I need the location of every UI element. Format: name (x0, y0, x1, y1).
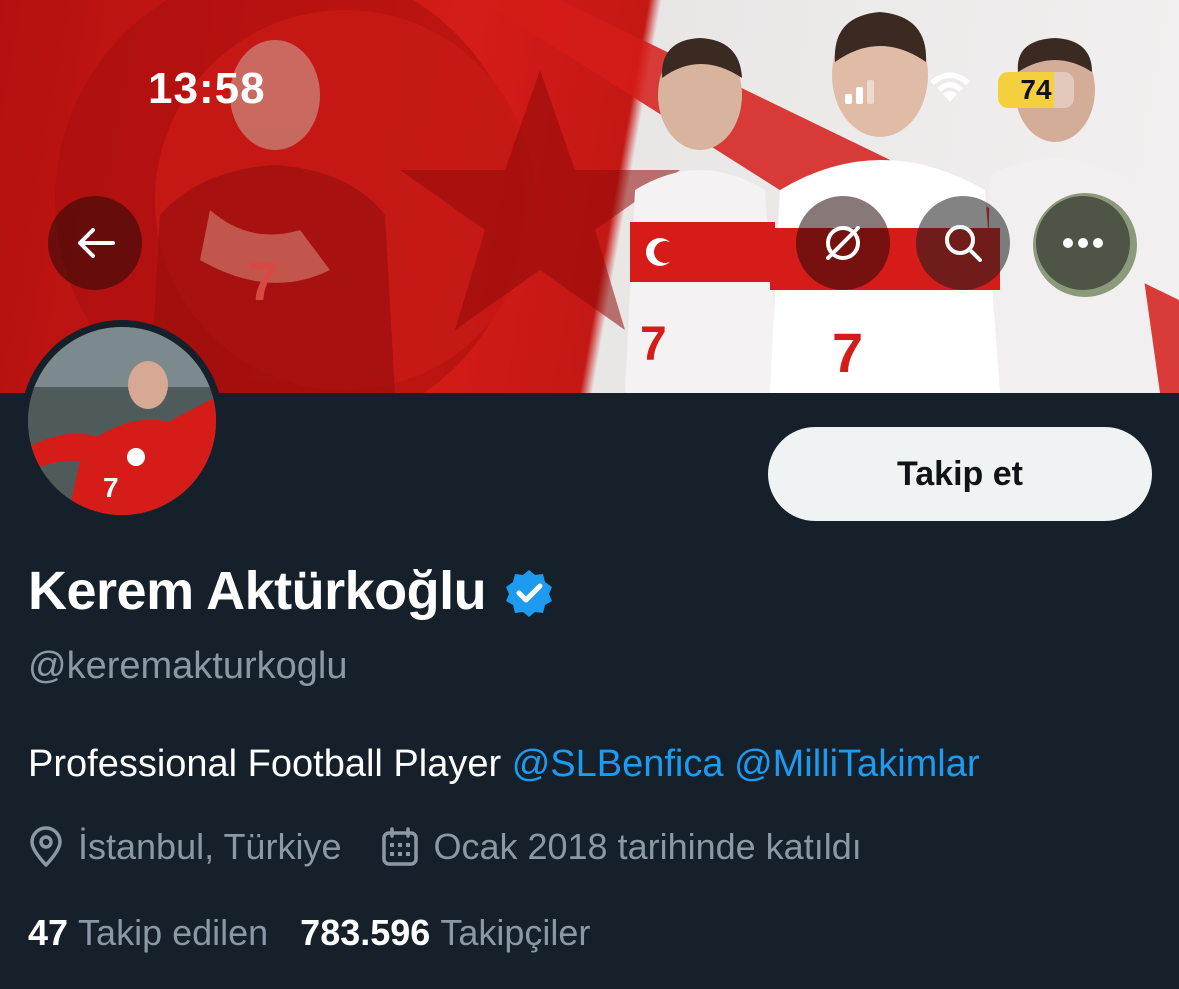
display-name: Kerem Aktürkoğlu (28, 561, 487, 621)
svg-text:7: 7 (103, 472, 119, 503)
location-pin-icon (30, 826, 62, 867)
status-time: 13:58 (148, 64, 266, 113)
following-link[interactable]: 47 Takip edilen (28, 912, 268, 954)
bio-mention-benfica[interactable]: @SLBenfica (512, 743, 724, 785)
bio: Professional Football Player @SLBenfica … (28, 743, 980, 786)
back-button[interactable] (48, 196, 142, 290)
search-icon (945, 225, 982, 262)
profile-banner: 7 7 7 13:58 74 (0, 0, 1179, 393)
verified-badge-icon[interactable] (504, 568, 554, 618)
spaces-button[interactable] (796, 196, 890, 290)
svg-text:7: 7 (640, 318, 667, 371)
location-text: İstanbul, Türkiye (78, 826, 342, 867)
location: İstanbul, Türkiye (28, 826, 341, 868)
calendar-icon (382, 827, 419, 866)
avatar-image: 7 (28, 327, 216, 515)
following-count: 47 (28, 912, 69, 953)
bio-text: Professional Football Player (28, 743, 512, 785)
search-button[interactable] (916, 196, 1010, 290)
banner-artwork: 7 7 7 (55, 0, 1179, 393)
followers-count: 783.596 (300, 912, 431, 953)
follow-stats: 47 Takip edilen 783.596 Takipçiler (28, 912, 590, 954)
profile-meta: İstanbul, Türkiye Ocak 2018 tarihinde ka… (28, 826, 862, 868)
bio-mention-millitakimlar[interactable]: @MilliTakimlar (734, 743, 979, 785)
more-button[interactable] (1036, 196, 1130, 290)
svg-text:7: 7 (832, 321, 863, 384)
join-date-text: Ocak 2018 tarihinde katıldı (433, 826, 862, 867)
avatar[interactable]: 7 (21, 320, 223, 522)
following-label: Takip edilen (78, 912, 269, 953)
join-date: Ocak 2018 tarihinde katıldı (381, 826, 862, 868)
follow-button[interactable]: Takip et (768, 427, 1152, 521)
svg-text:7: 7 (248, 252, 278, 312)
battery-indicator: 74 (998, 72, 1074, 108)
wifi-icon (930, 72, 970, 102)
name-row: Kerem Aktürkoğlu (28, 560, 554, 622)
arrow-left-icon (78, 228, 115, 258)
followers-label: Takipçiler (440, 912, 591, 953)
followers-link[interactable]: 783.596 Takipçiler (300, 912, 590, 954)
more-icon (1063, 238, 1103, 248)
user-handle: @keremakturkoglu (28, 645, 348, 687)
cellular-signal-icon (845, 78, 875, 104)
spaces-off-icon (826, 226, 860, 260)
battery-level: 74 (1020, 74, 1052, 105)
